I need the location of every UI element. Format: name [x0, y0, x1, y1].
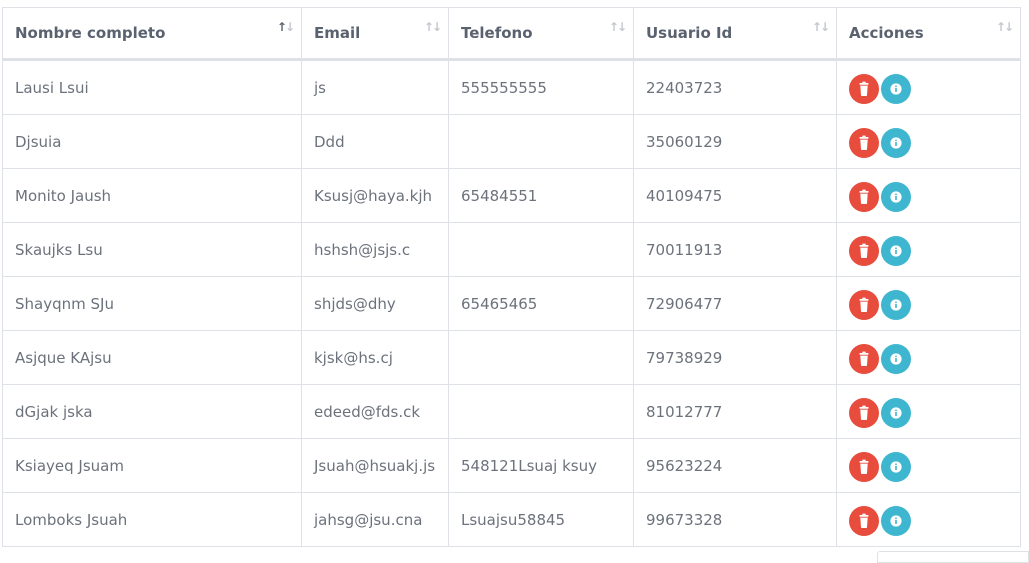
table-row: Skaujks Lsu hshsh@jsjs.c 70011913 — [2, 222, 1021, 277]
column-header-telefono[interactable]: Telefono ↑↓ — [448, 7, 634, 61]
cell-telefono: Lsuajsu58845 — [448, 492, 634, 547]
cell-telefono: 65484551 — [448, 168, 634, 223]
column-header-acciones[interactable]: Acciones ↑↓ — [836, 7, 1021, 61]
info-button[interactable] — [881, 182, 911, 212]
table-row: Lausi Lsui js 555555555 22403723 — [2, 59, 1021, 115]
table-row: Djsuia Ddd 35060129 — [2, 114, 1021, 169]
delete-button[interactable] — [849, 506, 879, 536]
cell-acciones — [836, 330, 1021, 385]
cell-email: hshsh@jsjs.c — [301, 222, 449, 277]
cell-telefono: 555555555 — [448, 59, 634, 115]
cell-nombre: dGjak jska — [2, 384, 302, 439]
info-button[interactable] — [881, 290, 911, 320]
delete-button[interactable] — [849, 452, 879, 482]
cell-email: shjds@dhy — [301, 276, 449, 331]
cell-usuario-id: 72906477 — [633, 276, 837, 331]
delete-button[interactable] — [849, 74, 879, 104]
info-button[interactable] — [881, 452, 911, 482]
cell-usuario-id: 99673328 — [633, 492, 837, 547]
table-row: Lomboks Jsuah jahsg@jsu.cna Lsuajsu58845 99… — [2, 492, 1021, 547]
cell-acciones — [836, 492, 1021, 547]
cell-telefono: 548121Lsuaj ksuy — [448, 438, 634, 493]
info-button[interactable] — [881, 74, 911, 104]
cell-nombre: Lomboks Jsuah — [2, 492, 302, 547]
cell-acciones — [836, 114, 1021, 169]
cell-telefono — [448, 330, 634, 385]
cell-acciones — [836, 384, 1021, 439]
delete-button[interactable] — [849, 128, 879, 158]
cell-telefono — [448, 384, 634, 439]
cell-email: Jsuah@hsuakj.js — [301, 438, 449, 493]
delete-button[interactable] — [849, 236, 879, 266]
column-header-label: Email — [314, 24, 361, 42]
table-header: Nombre completo ↑↓ Email ↑↓ Telefono ↑↓ … — [2, 7, 1021, 61]
column-header-nombre[interactable]: Nombre completo ↑↓ — [2, 7, 302, 61]
column-header-usuario-id[interactable]: Usuario Id ↑↓ — [633, 7, 837, 61]
table-header-row: Nombre completo ↑↓ Email ↑↓ Telefono ↑↓ … — [2, 7, 1021, 61]
cell-nombre: Shayqnm SJu — [2, 276, 302, 331]
cell-email: Ddd — [301, 114, 449, 169]
table-row: Shayqnm SJu shjds@dhy 65465465 72906477 — [2, 276, 1021, 331]
cell-usuario-id: 70011913 — [633, 222, 837, 277]
delete-button[interactable] — [849, 398, 879, 428]
cell-email: jahsg@jsu.cna — [301, 492, 449, 547]
cell-email: Ksusj@haya.kjh — [301, 168, 449, 223]
cell-telefono: 65465465 — [448, 276, 634, 331]
sort-arrows-icon[interactable]: ↑↓ — [812, 21, 830, 33]
table-row: Asjque KAjsu kjsk@hs.cj 79738929 — [2, 330, 1021, 385]
cell-email: edeed@fds.ck — [301, 384, 449, 439]
delete-button[interactable] — [849, 182, 879, 212]
cell-email: js — [301, 59, 449, 115]
column-header-label: Acciones — [849, 24, 924, 42]
delete-button[interactable] — [849, 290, 879, 320]
cell-usuario-id: 95623224 — [633, 438, 837, 493]
cell-telefono — [448, 114, 634, 169]
cell-email: kjsk@hs.cj — [301, 330, 449, 385]
info-button[interactable] — [881, 506, 911, 536]
cell-usuario-id: 81012777 — [633, 384, 837, 439]
delete-button[interactable] — [849, 344, 879, 374]
cell-usuario-id: 40109475 — [633, 168, 837, 223]
cell-acciones — [836, 222, 1021, 277]
info-button[interactable] — [881, 128, 911, 158]
sort-arrows-icon[interactable]: ↑↓ — [609, 21, 627, 33]
cell-nombre: Skaujks Lsu — [2, 222, 302, 277]
column-header-label: Usuario Id — [646, 24, 733, 42]
sort-arrows-icon[interactable]: ↑↓ — [996, 21, 1014, 33]
cell-usuario-id: 79738929 — [633, 330, 837, 385]
cell-nombre: Ksiayeq Jsuam — [2, 438, 302, 493]
pagination-button[interactable] — [877, 551, 1029, 563]
cell-nombre: Asjque KAjsu — [2, 330, 302, 385]
column-header-label: Telefono — [461, 24, 533, 42]
table-row: Ksiayeq Jsuam Jsuah@hsuakj.js 548121Lsuaj … — [2, 438, 1021, 493]
column-header-label: Nombre completo — [15, 24, 166, 42]
cell-nombre: Lausi Lsui — [2, 59, 302, 115]
cell-nombre: Monito Jaush — [2, 168, 302, 223]
table-row: Monito Jaush Ksusj@haya.kjh 65484551 401094… — [2, 168, 1021, 223]
info-button[interactable] — [881, 398, 911, 428]
sort-arrows-icon[interactable]: ↑↓ — [277, 21, 295, 33]
cell-nombre: Djsuia — [2, 114, 302, 169]
info-button[interactable] — [881, 236, 911, 266]
sort-arrows-icon[interactable]: ↑↓ — [424, 21, 442, 33]
cell-usuario-id: 22403723 — [633, 59, 837, 115]
cell-telefono — [448, 222, 634, 277]
cell-usuario-id: 35060129 — [633, 114, 837, 169]
cell-acciones — [836, 59, 1021, 115]
cell-acciones — [836, 168, 1021, 223]
table-row: dGjak jska edeed@fds.ck 81012777 — [2, 384, 1021, 439]
cell-acciones — [836, 276, 1021, 331]
column-header-email[interactable]: Email ↑↓ — [301, 7, 449, 61]
info-button[interactable] — [881, 344, 911, 374]
users-table-container: Nombre completo ↑↓ Email ↑↓ Telefono ↑↓ … — [2, 7, 1021, 547]
cell-acciones — [836, 438, 1021, 493]
users-table: Nombre completo ↑↓ Email ↑↓ Telefono ↑↓ … — [2, 7, 1021, 547]
table-body: Lausi Lsui js 555555555 22403723 Djsuia Ddd 35… — [2, 59, 1021, 547]
